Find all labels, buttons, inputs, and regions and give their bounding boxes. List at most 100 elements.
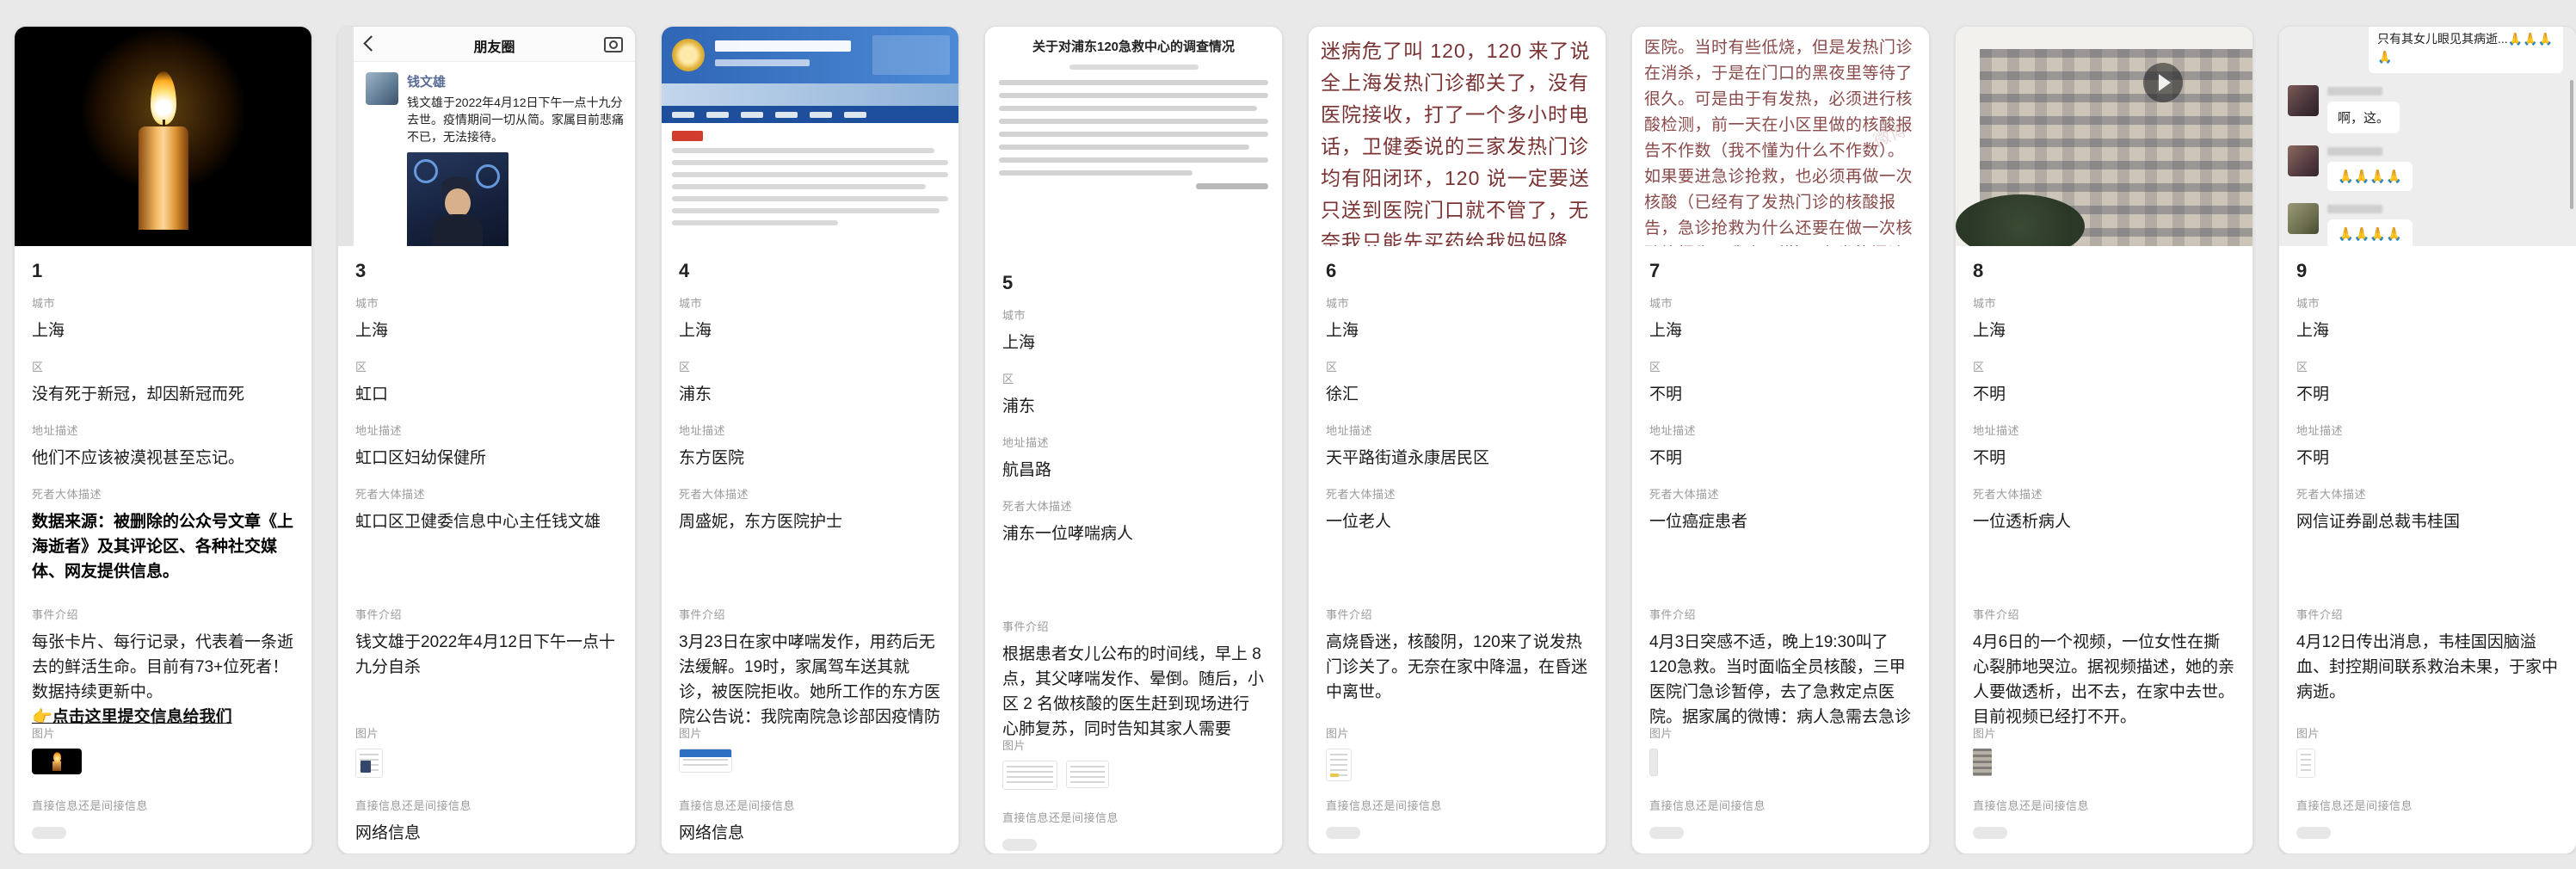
chat-message-body: 🙏🙏🙏🙏: [2327, 145, 2413, 191]
field-value-deceased: 一位透析病人: [1973, 509, 2235, 534]
card-image-report-document: 关于对浦东120急救中心的调查情况: [985, 27, 1282, 258]
nav-item-placeholder[interactable]: [672, 112, 694, 118]
field-label-image: 图片: [1973, 724, 2235, 741]
field-label-event: 事件介绍: [1649, 606, 1912, 622]
record-card[interactable]: 只有其女儿眼见其病逝...🙏🙏🙏🙏啊，这。🙏🙏🙏🙏🙏🙏🙏🙏9城市上海区不明地址描…: [2278, 26, 2576, 854]
field-address: 地址描述不明: [1649, 422, 1912, 485]
moments-post: 钱文雄钱文雄于2022年4月12日下午一点十九分去世。疫情期间一切从简。家属目前…: [354, 62, 635, 246]
wechat-moments-panel: 朋友圈钱文雄钱文雄于2022年4月12日下午一点十九分去世。疫情期间一切从简。家…: [354, 27, 635, 246]
card-body: 4城市上海区浦东地址描述东方医院死者大体描述周盛妮，东方医院护士事件介绍3月23…: [662, 246, 958, 854]
image-thumbnails: [2296, 749, 2559, 778]
field-label-deceased: 死者大体描述: [1002, 497, 1265, 514]
record-card[interactable]: 4城市上海区浦东地址描述东方医院死者大体描述周盛妮，东方医院护士事件介绍3月23…: [661, 26, 959, 854]
field-address: 地址描述不明: [1973, 422, 2235, 485]
field-value-city: 上海: [1649, 318, 1912, 343]
image-thumbnails: [1649, 749, 1912, 776]
field-label-direct: 直接信息还是间接信息: [1649, 797, 1912, 813]
field-value-city: 上海: [2296, 318, 2559, 343]
scrollbar[interactable]: [2570, 80, 2573, 209]
card-number: 7: [1649, 260, 1912, 282]
field-label-district: 区: [679, 358, 941, 374]
record-card[interactable]: 医院。当时有些低烧，但是发热门诊在消杀，于是在门口的黑夜里等待了很久。可是由于有…: [1631, 26, 1930, 854]
image-thumbnail[interactable]: [1649, 749, 1658, 776]
field-label-image: 图片: [1326, 724, 1588, 741]
field-image: 图片: [1002, 736, 1265, 809]
field-label-direct: 直接信息还是间接信息: [1326, 797, 1588, 813]
image-thumbnail[interactable]: [355, 749, 383, 778]
field-city: 城市上海: [1326, 294, 1588, 358]
image-thumbnails: [679, 749, 941, 773]
field-label-city: 城市: [355, 294, 618, 311]
image-thumbnail[interactable]: [1066, 761, 1109, 788]
card-number: 3: [355, 260, 618, 282]
chat-sender-name-blurred: [2327, 205, 2382, 213]
record-card[interactable]: 朋友圈钱文雄钱文雄于2022年4月12日下午一点十九分去世。疫情期间一切从简。家…: [337, 26, 636, 854]
field-district: 区浦东: [1002, 370, 1265, 434]
field-label-deceased: 死者大体描述: [355, 485, 618, 502]
field-image: 图片: [32, 724, 294, 797]
nav-item-placeholder[interactable]: [775, 112, 798, 118]
field-value-address: 不明: [1973, 446, 2235, 471]
hospital-building-photo: [872, 35, 950, 75]
submit-info-link[interactable]: 👉点击这里提交信息给我们: [32, 705, 294, 724]
card-body: 5城市上海区浦东地址描述航昌路死者大体描述浦东一位哮喘病人事件介绍根据患者女儿公…: [985, 258, 1282, 854]
field-image: 图片: [1649, 724, 1912, 797]
text-line-placeholder: [999, 157, 1268, 163]
field-value-district: 不明: [1973, 382, 2235, 407]
field-district: 区没有死于新冠，却因新冠而死: [32, 358, 294, 422]
card-body: 6城市上海区徐汇地址描述天平路街道永康居民区死者大体描述一位老人事件介绍高烧昏迷…: [1309, 246, 1605, 854]
camera-icon[interactable]: [604, 37, 623, 52]
field-label-event: 事件介绍: [355, 606, 618, 622]
image-thumbnail[interactable]: [679, 749, 732, 773]
image-thumbnail[interactable]: [1973, 749, 1992, 776]
nav-item-placeholder[interactable]: [706, 112, 729, 118]
record-card[interactable]: 迷病危了叫 120，120 来了说全上海发热门诊都关了，没有医院接收，打了一个多…: [1308, 26, 1606, 854]
field-district: 区不明: [1649, 358, 1912, 422]
record-card[interactable]: 关于对浦东120急救中心的调查情况5城市上海区浦东地址描述航昌路死者大体描述浦东…: [984, 26, 1283, 854]
nav-item-placeholder[interactable]: [741, 112, 763, 118]
field-label-direct: 直接信息还是间接信息: [1002, 809, 1265, 825]
nav-item-placeholder[interactable]: [844, 112, 866, 118]
field-event: 事件介绍4月3日突感不适，晚上19:30叫了120急救。当时面临全员核酸，三甲医…: [1649, 606, 1912, 724]
field-value-direct: 网络信息: [679, 821, 941, 846]
field-value-address: 不明: [2296, 446, 2559, 471]
field-value-city: 上海: [1002, 330, 1265, 355]
play-icon[interactable]: [2143, 63, 2183, 102]
field-value-city: 上海: [355, 318, 618, 343]
field-label-address: 地址描述: [32, 422, 294, 438]
field-image: 图片: [355, 724, 618, 797]
nav-item-placeholder[interactable]: [810, 112, 832, 118]
field-value-district: 浦东: [1002, 394, 1265, 419]
card-body: 8城市上海区不明地址描述不明死者大体描述一位透析病人事件介绍4月6日的一个视频，…: [1956, 246, 2252, 854]
image-thumbnail[interactable]: [2296, 749, 2315, 778]
field-event: 事件介绍钱文雄于2022年4月12日下午一点十九分自杀: [355, 606, 618, 724]
field-label-direct: 直接信息还是间接信息: [679, 797, 941, 813]
field-label-image: 图片: [679, 724, 941, 741]
card-image-text-screenshot: 迷病危了叫 120，120 来了说全上海发热门诊都关了，没有医院接收，打了一个多…: [1309, 27, 1605, 246]
field-deceased: 死者大体描述浦东一位哮喘病人: [1002, 497, 1265, 618]
card-gallery-board[interactable]: 1城市上海区没有死于新冠，却因新冠而死地址描述他们不应该被漠视甚至忘记。死者大体…: [0, 0, 2576, 854]
field-value-event: 4月6日的一个视频，一位女性在撕心裂肺地哭泣。据视频描述，她的亲人要做透析，出不…: [1973, 630, 2235, 724]
image-thumbnail[interactable]: [32, 749, 82, 774]
field-label-event: 事件介绍: [1973, 606, 2235, 622]
field-label-district: 区: [355, 358, 618, 374]
field-direct: 直接信息还是间接信息: [32, 797, 294, 854]
field-label-address: 地址描述: [679, 422, 941, 438]
field-image: 图片: [679, 724, 941, 797]
field-value-district: 不明: [1649, 382, 1912, 407]
text-line-placeholder: [672, 220, 838, 225]
record-card[interactable]: 1城市上海区没有死于新冠，却因新冠而死地址描述他们不应该被漠视甚至忘记。死者大体…: [14, 26, 312, 854]
field-deceased: 死者大体描述网信证券副总裁韦桂国: [2296, 485, 2559, 606]
field-address: 地址描述航昌路: [1002, 434, 1265, 497]
field-label-direct: 直接信息还是间接信息: [2296, 797, 2559, 813]
image-thumbnail[interactable]: [1326, 749, 1352, 781]
text-line-placeholder: [672, 184, 926, 189]
card-image-video-still: [1956, 27, 2252, 246]
field-label-city: 城市: [1649, 294, 1912, 311]
image-thumbnail[interactable]: [1002, 761, 1057, 790]
image-thumbnails: [355, 749, 618, 778]
record-card[interactable]: 8城市上海区不明地址描述不明死者大体描述一位透析病人事件介绍4月6日的一个视频，…: [1955, 26, 2253, 854]
field-label-city: 城市: [679, 294, 941, 311]
direct-info-empty-pill: [1973, 827, 2007, 839]
field-label-event: 事件介绍: [2296, 606, 2559, 622]
